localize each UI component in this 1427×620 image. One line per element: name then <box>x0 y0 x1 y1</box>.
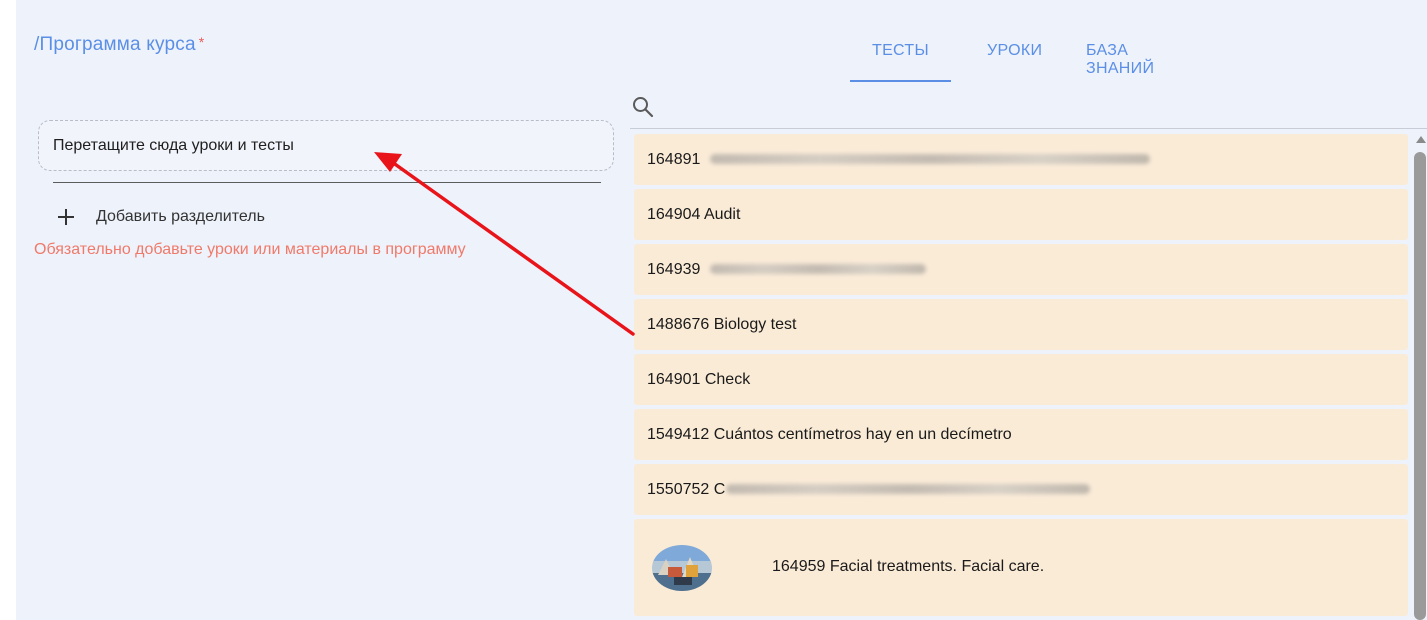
program-divider <box>53 182 601 183</box>
plus-icon <box>58 209 74 225</box>
search-underline <box>630 128 1427 129</box>
redacted-text <box>710 264 926 274</box>
tab-knowledge-base[interactable]: БАЗА ЗНАНИЙ <box>1086 42 1154 78</box>
redacted-text <box>710 154 1150 164</box>
required-mark: * <box>198 34 205 50</box>
active-tab-indicator <box>850 80 951 82</box>
page-title-text: /Программа курса <box>34 34 196 55</box>
list-item-label: 164904 Audit <box>647 206 741 223</box>
scroll-up-arrow-icon[interactable] <box>1416 136 1426 143</box>
scrollbar-thumb[interactable] <box>1414 152 1426 620</box>
course-editor-panel: /Программа курса * Перетащите сюда уроки … <box>16 0 1427 620</box>
page-title: /Программа курса * <box>34 34 204 56</box>
list-item[interactable]: 1549412 Cuántos centímetros hay en un de… <box>634 409 1408 460</box>
program-dropzone[interactable]: Перетащите сюда уроки и тесты <box>38 120 614 171</box>
list-item-label: 1549412 Cuántos centímetros hay en un de… <box>647 426 1012 443</box>
add-separator-label: Добавить разделитель <box>96 208 265 225</box>
list-scrollbar[interactable] <box>1413 132 1427 620</box>
list-item-label: 164959 Facial treatments. Facial care. <box>772 558 1045 575</box>
redacted-text <box>726 484 1090 494</box>
search-icon[interactable] <box>632 96 654 118</box>
list-item[interactable]: 164891 <box>634 134 1408 185</box>
list-item-label: 164891 <box>647 151 701 168</box>
list-item-label: 164939 <box>647 261 701 278</box>
program-error-message: Обязательно добавьте уроки или материалы… <box>34 241 466 258</box>
dropzone-hint: Перетащите сюда уроки и тесты <box>53 137 294 154</box>
list-item[interactable]: 164939 <box>634 244 1408 295</box>
item-thumbnail <box>652 545 712 591</box>
tests-list: 164891 164904 Audit 164939 1488676 Biolo… <box>634 134 1408 620</box>
list-item-label: 1488676 Biology test <box>647 316 797 333</box>
list-item-label: 164901 Check <box>647 371 751 388</box>
list-item[interactable]: 164904 Audit <box>634 189 1408 240</box>
list-item[interactable]: 1488676 Biology test <box>634 299 1408 350</box>
list-item[interactable]: 164901 Check <box>634 354 1408 405</box>
list-item-label: 1550752 C <box>647 481 726 498</box>
list-item[interactable]: 164959 Facial treatments. Facial care. <box>634 519 1408 616</box>
tab-lessons[interactable]: УРОКИ <box>987 42 1042 60</box>
list-item[interactable]: 1550752 C <box>634 464 1408 515</box>
tab-tests[interactable]: ТЕСТЫ <box>872 42 929 60</box>
add-separator-button[interactable]: Добавить разделитель <box>58 204 265 230</box>
